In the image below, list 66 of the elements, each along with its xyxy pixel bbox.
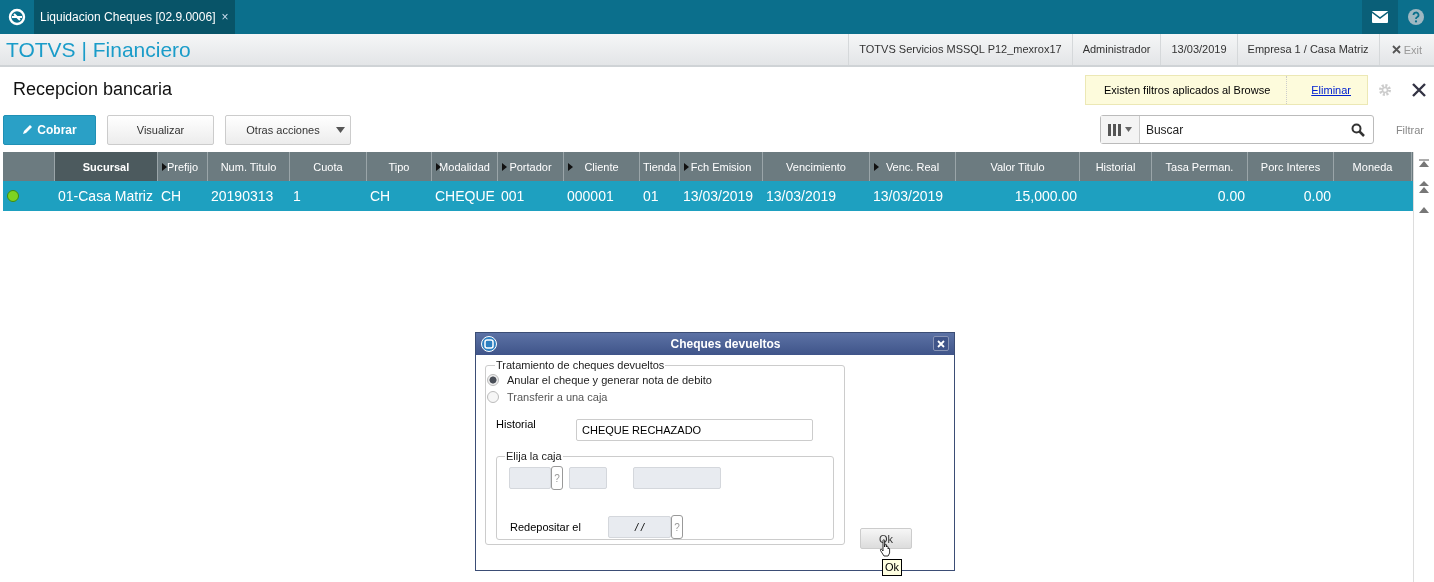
lookup-button[interactable]: ?: [551, 466, 563, 490]
table-cell: 15,000.00: [1014, 188, 1077, 204]
close-button[interactable]: [933, 336, 949, 351]
page-title: Recepcion bancaria: [12, 79, 173, 100]
radio-button[interactable]: [487, 390, 499, 403]
radio-button[interactable]: [487, 373, 499, 386]
table-cell: 000001: [567, 188, 614, 204]
close-icon: [1391, 44, 1401, 54]
search-box[interactable]: Buscar: [1099, 115, 1374, 144]
view-button[interactable]: Visualizar: [107, 114, 214, 145]
table-cell: CH: [161, 188, 182, 204]
filter-link[interactable]: Filtrar: [1395, 123, 1424, 136]
caret-icon: [336, 126, 345, 133]
search-icon[interactable]: [1350, 122, 1365, 137]
group-title: Tratamiento de cheques devueltos: [495, 359, 666, 371]
session-info: TOTVS Servicios MSSQL P12_mexrox17: [848, 34, 1072, 65]
table-cell: 001: [501, 188, 525, 204]
field-label: Redepositar el: [510, 521, 582, 533]
table-cell: 01-Casa Matriz: [58, 188, 153, 204]
session-info: Administrador: [1071, 34, 1161, 65]
historial-field[interactable]: CHEQUE RECHAZADO: [576, 419, 813, 441]
close-icon[interactable]: [1412, 82, 1426, 97]
pencil-icon: [22, 124, 34, 135]
field-label: Historial: [496, 418, 537, 430]
table-cell: 1: [293, 188, 301, 204]
columns-icon: [1107, 123, 1122, 136]
table-cell: 20190313: [211, 188, 274, 204]
table-cell: 01: [643, 188, 659, 204]
input-field[interactable]: [569, 467, 607, 489]
table-cell: 13/03/2019: [766, 188, 837, 204]
input-field[interactable]: [509, 467, 551, 489]
program-tab[interactable]: Liquidacion Cheques [02.9.0006] ×: [34, 0, 235, 34]
actions-dropdown[interactable]: Otras acciones: [225, 114, 351, 145]
session-info: Empresa 1 / Casa Matriz: [1236, 34, 1379, 65]
tooltip: Ok: [882, 559, 903, 576]
table-cell: CH: [370, 188, 391, 204]
radio-option[interactable]: Transferir a una caja: [487, 388, 844, 405]
dialog-title: Cheques devueltos: [670, 337, 781, 351]
close-tab-button[interactable]: ×: [221, 10, 229, 24]
remove-filter-link[interactable]: Eliminar: [1287, 83, 1367, 96]
close-icon: [937, 339, 945, 348]
caret-icon: [1124, 127, 1132, 132]
notice-text: Existen filtros aplicados al Browse: [1085, 75, 1288, 104]
table-cell: 13/03/2019: [683, 188, 754, 204]
mail-icon[interactable]: [1362, 0, 1398, 34]
column-header[interactable]: Sucursal: [55, 152, 158, 181]
table-cell: 0.00: [1303, 188, 1331, 204]
scroll-top-icon[interactable]: [1419, 159, 1429, 167]
exit-button[interactable]: Exit: [1378, 34, 1434, 65]
lookup-button[interactable]: ?: [671, 515, 683, 539]
table-cell: CHEQUE: [435, 188, 495, 204]
scroll-up-icon[interactable]: [1419, 207, 1429, 213]
app-title: TOTVS | Financiero: [5, 37, 191, 62]
group-title: Elija la caja: [505, 450, 563, 462]
columns-button[interactable]: [1100, 116, 1140, 143]
input-field[interactable]: [633, 467, 721, 489]
date-field[interactable]: / /: [608, 516, 671, 538]
scroll-page-up-icon[interactable]: [1419, 181, 1429, 193]
table-cell: 0.00: [1217, 188, 1245, 204]
table-cell: 13/03/2019: [873, 188, 944, 204]
radio-option[interactable]: Anular el cheque y generar nota de debito: [487, 371, 844, 388]
table-row[interactable]: 01-Casa Matriz CH 20190313 1 CH CHEQUE 001 000001 01 13/03/2019 13/03/2019 13/03/2019 15,000.00 0.00 0.00: [3, 181, 1413, 211]
session-info: 13/03/2019: [1160, 34, 1237, 65]
app-icon: [481, 336, 497, 352]
ok-button[interactable]: Ok: [860, 528, 912, 549]
cobrar-button[interactable]: Cobrar: [3, 114, 96, 145]
